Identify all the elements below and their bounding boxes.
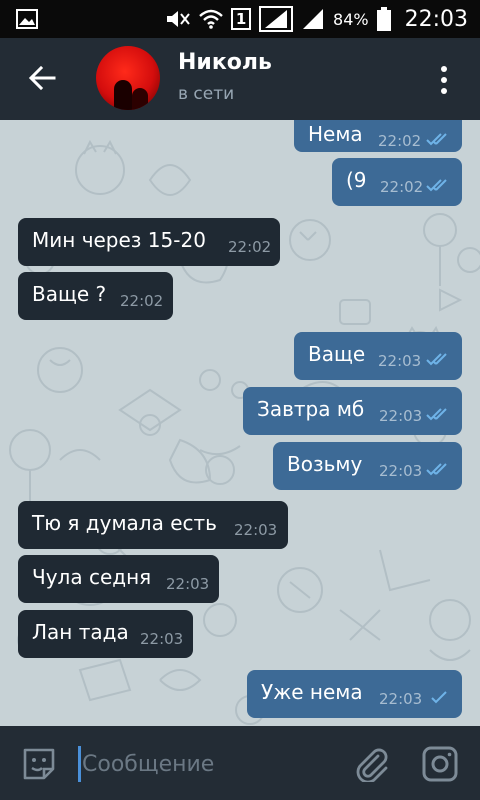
more-options-icon[interactable] [436, 64, 452, 96]
incoming-message-bubble[interactable]: Тю я думала есть 22:03 [18, 501, 288, 549]
emoji-sticker-icon[interactable] [22, 747, 56, 781]
single-check-sent-icon [431, 691, 447, 704]
message-input[interactable] [82, 744, 342, 784]
mute-icon [167, 11, 190, 27]
message-time: 22:03 [379, 690, 423, 708]
gallery-notification-icon [16, 9, 38, 29]
message-time: 22:02 [380, 178, 424, 196]
outgoing-message-bubble[interactable]: Возьму 22:03 [273, 442, 462, 490]
incoming-message-bubble[interactable]: Ваще ? 22:02 [18, 272, 173, 320]
battery-percent: 84% [333, 9, 369, 29]
battery-icon [376, 7, 391, 31]
double-check-read-icon [426, 179, 447, 192]
avatar[interactable] [96, 46, 160, 110]
sim-badge: 1 [231, 8, 252, 30]
contact-status: в сети [178, 84, 235, 104]
message-list[interactable]: Нема 22:02 (9 22:02 Мин через 15-20 22:02 Ваще… [0, 120, 480, 726]
double-check-read-icon [426, 408, 447, 421]
message-text: Лан тада [32, 620, 129, 644]
outgoing-message-bubble[interactable]: Ваще 22:03 [294, 332, 462, 380]
double-check-read-icon [426, 463, 447, 476]
double-check-read-icon [426, 133, 447, 146]
message-time: 22:02 [120, 292, 164, 310]
message-text: Возьму [287, 452, 363, 476]
message-time: 22:03 [140, 630, 184, 648]
clock: 22:03 [404, 6, 468, 32]
signal-icon-sim1 [259, 6, 294, 32]
incoming-message-bubble[interactable]: Мин через 15-20 22:02 [18, 218, 280, 266]
message-text: Тю я думала есть [32, 511, 217, 535]
outgoing-message-bubble[interactable]: (9 22:02 [332, 158, 462, 206]
message-text: Мин через 15-20 [32, 228, 206, 252]
message-text: Уже нема [261, 680, 363, 704]
message-text: Ваще [308, 342, 366, 366]
incoming-message-bubble[interactable]: Чула седня 22:03 [18, 555, 219, 603]
chat-header: Николь в сети [0, 38, 480, 120]
message-text: Завтра мб [257, 397, 365, 421]
message-time: 22:03 [379, 462, 423, 480]
incoming-message-bubble[interactable]: Лан тада 22:03 [18, 610, 193, 658]
attach-paperclip-icon[interactable] [354, 746, 390, 782]
message-composer [0, 726, 480, 800]
camera-icon[interactable] [422, 746, 458, 782]
contact-name[interactable]: Николь [178, 50, 272, 75]
message-time: 22:03 [166, 575, 210, 593]
message-time: 22:02 [378, 132, 422, 150]
outgoing-message-bubble[interactable]: Завтра мб 22:03 [243, 387, 462, 435]
outgoing-message-bubble[interactable]: Уже нема 22:03 [247, 670, 462, 718]
message-time: 22:03 [378, 352, 422, 370]
status-bar: 1 84% 22:03 [0, 0, 480, 38]
message-time: 22:03 [379, 407, 423, 425]
double-check-read-icon [426, 353, 447, 366]
message-text: Нема [308, 122, 363, 146]
back-arrow-icon[interactable] [26, 62, 58, 94]
wifi-icon [199, 9, 223, 29]
message-text: Ваще ? [32, 282, 107, 306]
text-cursor [78, 746, 81, 782]
message-time: 22:03 [234, 521, 278, 539]
message-text: Чула седня [32, 565, 152, 589]
signal-icon-sim2 [303, 9, 324, 29]
outgoing-message-bubble[interactable]: Нема 22:02 [294, 120, 462, 152]
message-text: (9 [346, 168, 367, 192]
message-time: 22:02 [228, 238, 272, 256]
